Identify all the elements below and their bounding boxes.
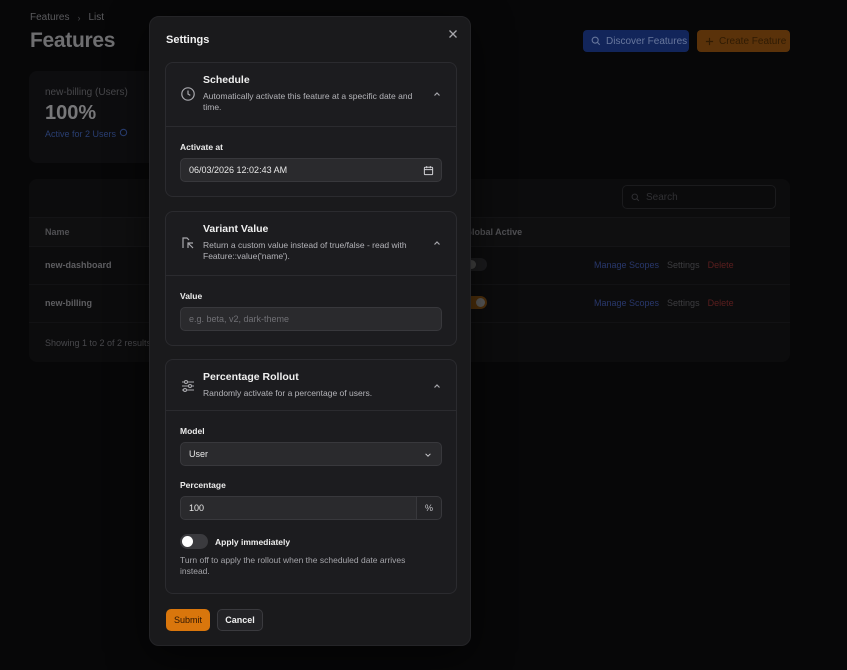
- clock-icon: [181, 87, 195, 101]
- percentage-suffix: %: [417, 496, 442, 520]
- chevron-down-icon: [425, 453, 431, 457]
- variant-value-label: Value: [180, 291, 203, 301]
- apply-immediately-toggle[interactable]: [180, 534, 208, 549]
- schedule-section-header[interactable]: Schedule Automatically activate this fea…: [166, 63, 456, 127]
- sliders-icon: [182, 379, 194, 393]
- apply-immediately-row: Apply immediately: [180, 534, 442, 549]
- variant-section-header[interactable]: Variant Value Return a custom value inst…: [166, 212, 456, 276]
- close-icon: [449, 30, 457, 38]
- variant-value-placeholder: e.g. beta, v2, dark-theme: [189, 314, 290, 324]
- rollout-section: Percentage Rollout Randomly activate for…: [165, 359, 457, 594]
- apply-immediately-help: Turn off to apply the rollout when the s…: [180, 555, 406, 576]
- model-label: Model: [180, 426, 205, 436]
- modal-title: Settings: [166, 34, 210, 46]
- rollout-description: Randomly activate for a percentage of us…: [203, 388, 373, 398]
- variant-icon: [182, 237, 194, 249]
- chevron-up-icon[interactable]: [432, 381, 442, 391]
- percentage-input[interactable]: 100: [180, 496, 417, 520]
- variant-value-input[interactable]: e.g. beta, v2, dark-theme: [180, 307, 442, 331]
- activate-at-label: Activate at: [180, 142, 223, 152]
- variant-title: Variant Value: [203, 223, 269, 235]
- apply-immediately-label: Apply immediately: [215, 536, 291, 547]
- cancel-button[interactable]: Cancel: [217, 609, 263, 631]
- submit-button[interactable]: Submit: [166, 609, 210, 631]
- settings-modal: Settings Schedule Automatically activate…: [149, 16, 471, 646]
- percentage-input-group: 100 %: [180, 496, 442, 520]
- calendar-icon[interactable]: [423, 165, 434, 176]
- activate-at-input[interactable]: 06/03/2026 12:02:43 AM: [180, 158, 442, 182]
- variant-description: Return a custom value instead of true/fa…: [203, 240, 407, 261]
- rollout-title: Percentage Rollout: [203, 371, 299, 383]
- schedule-description: Automatically activate this feature at a…: [203, 91, 413, 112]
- model-select[interactable]: User: [180, 442, 442, 466]
- activate-at-value: 06/03/2026 12:02:43 AM: [189, 165, 288, 175]
- close-button[interactable]: [446, 27, 460, 41]
- percentage-value: 100: [189, 503, 205, 513]
- percentage-label: Percentage: [180, 480, 226, 490]
- schedule-section: Schedule Automatically activate this fea…: [165, 62, 457, 197]
- model-selected-value: User: [189, 449, 209, 459]
- variant-section: Variant Value Return a custom value inst…: [165, 211, 457, 346]
- schedule-title: Schedule: [203, 74, 250, 86]
- chevron-up-icon[interactable]: [432, 238, 442, 248]
- chevron-up-icon[interactable]: [432, 89, 442, 99]
- rollout-section-header[interactable]: Percentage Rollout Randomly activate for…: [166, 360, 456, 411]
